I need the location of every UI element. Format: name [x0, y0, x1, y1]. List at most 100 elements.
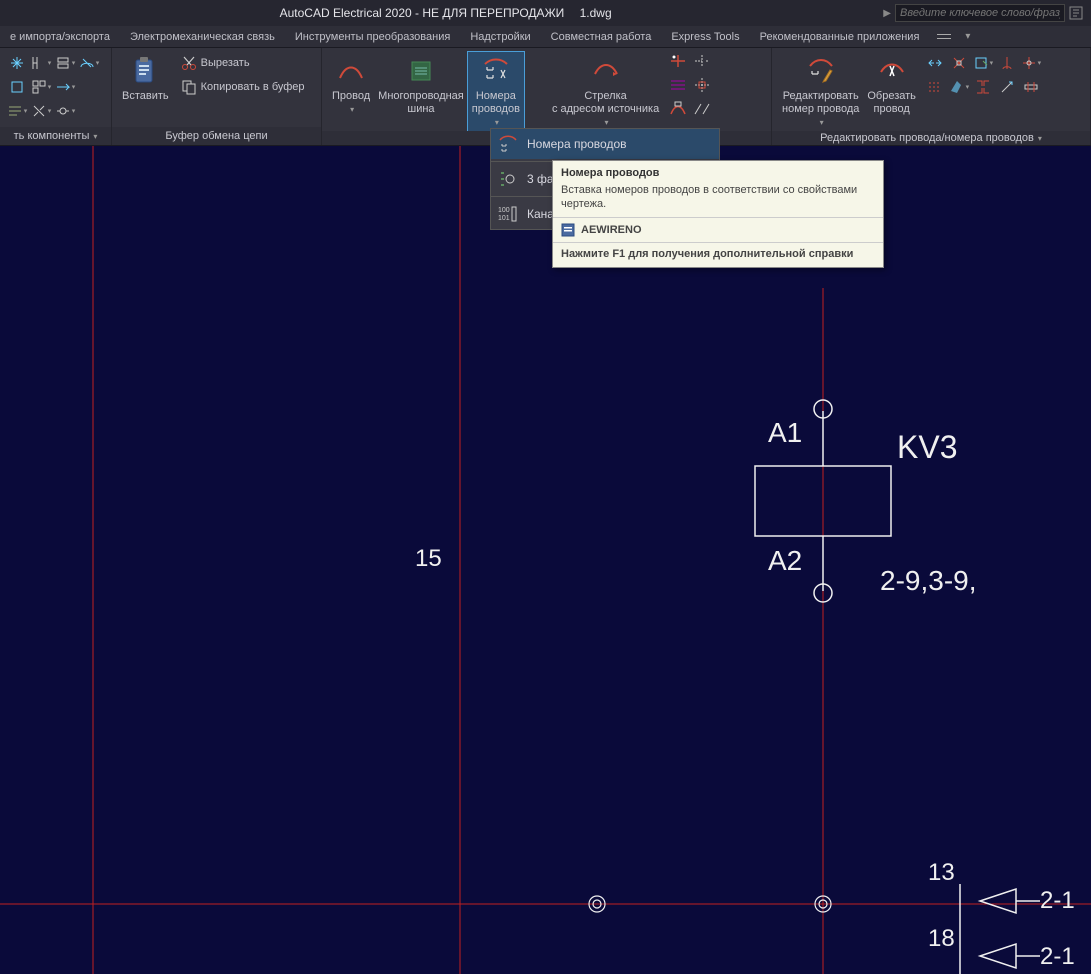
- canvas-label-15: 15: [415, 545, 442, 572]
- cut-button[interactable]: Вырезать: [179, 52, 307, 74]
- three-phase-icon: [497, 168, 519, 190]
- panel-edit-title: Редактировать провода/номера проводов: [820, 132, 1034, 144]
- component-icon-9[interactable]: ▾: [30, 100, 52, 122]
- paste-label: Вставить: [122, 90, 169, 103]
- copy-label: Копировать в буфер: [201, 81, 305, 93]
- edit-icon-1[interactable]: [924, 52, 946, 74]
- tooltip-command: AEWIRENO: [553, 218, 883, 242]
- edit-wire-number-label: Редактировать номер провода: [782, 90, 859, 116]
- components-icon-grid: ▾ ▾ ▾ ▾ ▾ ▾ ▾ ▾: [6, 52, 100, 122]
- component-icon-8[interactable]: ▾: [6, 100, 28, 122]
- component-icon-7[interactable]: ▾: [54, 76, 76, 98]
- tab-import-export[interactable]: е импорта/экспорта: [0, 26, 120, 47]
- panel-expand-icon[interactable]: ▾: [1038, 134, 1042, 143]
- tooltip-command-text: AEWIRENO: [581, 224, 642, 236]
- scissors-icon: [181, 55, 197, 71]
- source-arrow-button[interactable]: Стрелка с адресом источника ▾: [548, 52, 663, 131]
- wire-tool-icon-5[interactable]: [693, 76, 715, 98]
- tab-electromechanical[interactable]: Электромеханическая связь: [120, 26, 285, 47]
- wire-label: Провод: [332, 90, 370, 103]
- component-icon-3[interactable]: ▾: [54, 52, 76, 74]
- command-icon: [561, 223, 575, 237]
- edit-icon-2[interactable]: [948, 52, 970, 74]
- panel-edit-wires: Редактировать номер провода ▾ Обрезать п…: [772, 48, 1091, 145]
- wire-tool-icon-2[interactable]: [669, 76, 691, 98]
- infocenter-icon[interactable]: [1069, 6, 1083, 20]
- wire-tool-icon-3[interactable]: [669, 100, 691, 122]
- wire-tool-icon-6[interactable]: [693, 100, 715, 122]
- edit-wires-icon-grid: ▾ ▾ ▾: [924, 52, 1042, 98]
- component-icon-4[interactable]: ▾: [78, 52, 100, 74]
- multiwire-bus-button[interactable]: Многопроводная шина: [374, 52, 468, 118]
- drawing-canvas[interactable]: 15 A1 A2 KV3 2-9,3-9, 13 18 2-1 2-1: [0, 146, 1091, 974]
- tab-addins[interactable]: Надстройки: [460, 26, 540, 47]
- component-icon-2[interactable]: ▾: [30, 52, 52, 74]
- filename: 1.dwg: [580, 6, 612, 20]
- copy-button[interactable]: Копировать в буфер: [179, 76, 307, 98]
- canvas-label-18: 18: [928, 925, 955, 952]
- tab-featured-apps[interactable]: Рекомендованные приложения: [750, 26, 930, 47]
- edit-icon-3[interactable]: ▾: [972, 52, 994, 74]
- dropdown-item-wire-numbers[interactable]: Номера проводов: [491, 129, 719, 159]
- panel-components-title: ть компоненты: [14, 130, 90, 142]
- app-title: AutoCAD Electrical 2020 - НЕ ДЛЯ ПЕРЕПРО…: [280, 6, 565, 20]
- search-input[interactable]: [895, 4, 1065, 22]
- edit-icon-4[interactable]: [996, 52, 1018, 74]
- canvas-label-r21a: 2-1: [1040, 887, 1075, 914]
- edit-icon-9[interactable]: [996, 76, 1018, 98]
- canvas-label-r21b: 2-1: [1040, 943, 1075, 970]
- edit-icon-10[interactable]: [1020, 76, 1042, 98]
- edit-icon-5[interactable]: ▾: [1020, 52, 1042, 74]
- component-icon-1[interactable]: [6, 52, 28, 74]
- chevron-down-icon: ▾: [350, 103, 354, 116]
- trim-wire-button[interactable]: Обрезать провод: [863, 52, 920, 118]
- multiwire-label: Многопроводная шина: [378, 90, 464, 116]
- dropdown-item-label: Номера проводов: [527, 137, 627, 151]
- svg-text:100: 100: [498, 207, 510, 214]
- cut-label: Вырезать: [201, 57, 250, 69]
- edit-icon-6[interactable]: [924, 76, 946, 98]
- search-box: ▶: [883, 4, 1083, 22]
- tooltip: Номера проводов Вставка номеров проводов…: [552, 160, 884, 268]
- canvas-label-a1: A1: [768, 417, 802, 448]
- tab-expand-icon[interactable]: ▾: [965, 31, 970, 42]
- chevron-down-icon: ▾: [820, 116, 824, 129]
- wire-numbers-icon: [497, 133, 519, 155]
- canvas-label-kv3: KV3: [897, 429, 957, 465]
- tooltip-f1-hint: Нажмите F1 для получения дополнительной …: [553, 243, 883, 267]
- wire-button[interactable]: Провод ▾: [328, 52, 374, 118]
- canvas-label-13: 13: [928, 859, 955, 886]
- component-icon-10[interactable]: ▾: [54, 100, 76, 122]
- panel-clipboard-title: Буфер обмена цепи: [165, 130, 267, 142]
- tab-collaborate[interactable]: Совместная работа: [541, 26, 662, 47]
- edit-icon-8[interactable]: [972, 76, 994, 98]
- title-bar: AutoCAD Electrical 2020 - НЕ ДЛЯ ПЕРЕПРО…: [0, 0, 1091, 26]
- ribbon-tab-strip: е импорта/экспорта Электромеханическая с…: [0, 26, 1091, 48]
- trim-wire-label: Обрезать провод: [867, 90, 916, 116]
- panel-clipboard: Вставить Вырезать Копировать в буфер Буф…: [112, 48, 322, 145]
- wire-numbers-label: Номера проводов: [472, 90, 520, 116]
- panel-expand-icon[interactable]: ▾: [93, 132, 97, 141]
- wire-numbers-button[interactable]: Номера проводов ▾: [468, 52, 524, 131]
- channel-icon: 100101: [497, 203, 519, 225]
- paste-button[interactable]: Вставить: [118, 52, 173, 105]
- source-arrow-label: Стрелка с адресом источника: [552, 90, 659, 116]
- copy-icon: [181, 79, 197, 95]
- component-icon-5[interactable]: [6, 76, 28, 98]
- edit-icon-7[interactable]: ▾: [948, 76, 970, 98]
- tab-express-tools[interactable]: Express Tools: [661, 26, 749, 47]
- tooltip-title: Номера проводов: [553, 161, 883, 181]
- featured-apps-icon[interactable]: [937, 32, 951, 42]
- wire-tool-icon-1[interactable]: [669, 52, 691, 74]
- svg-text:101: 101: [498, 215, 510, 222]
- tab-conversion-tools[interactable]: Инструменты преобразования: [285, 26, 460, 47]
- component-icon-6[interactable]: ▾: [30, 76, 52, 98]
- tooltip-description: Вставка номеров проводов в соответствии …: [553, 181, 883, 217]
- edit-wire-number-button[interactable]: Редактировать номер провода ▾: [778, 52, 863, 131]
- panel-components: ▾ ▾ ▾ ▾ ▾ ▾ ▾ ▾ ть компоненты▾: [0, 48, 112, 145]
- dropdown-item-label: Кана: [527, 207, 554, 221]
- canvas-label-a2: A2: [768, 545, 802, 576]
- wire-tool-icon-4[interactable]: [693, 52, 715, 74]
- canvas-label-ref1: 2-9,3-9,: [880, 565, 977, 596]
- search-arrow-icon: ▶: [883, 8, 891, 19]
